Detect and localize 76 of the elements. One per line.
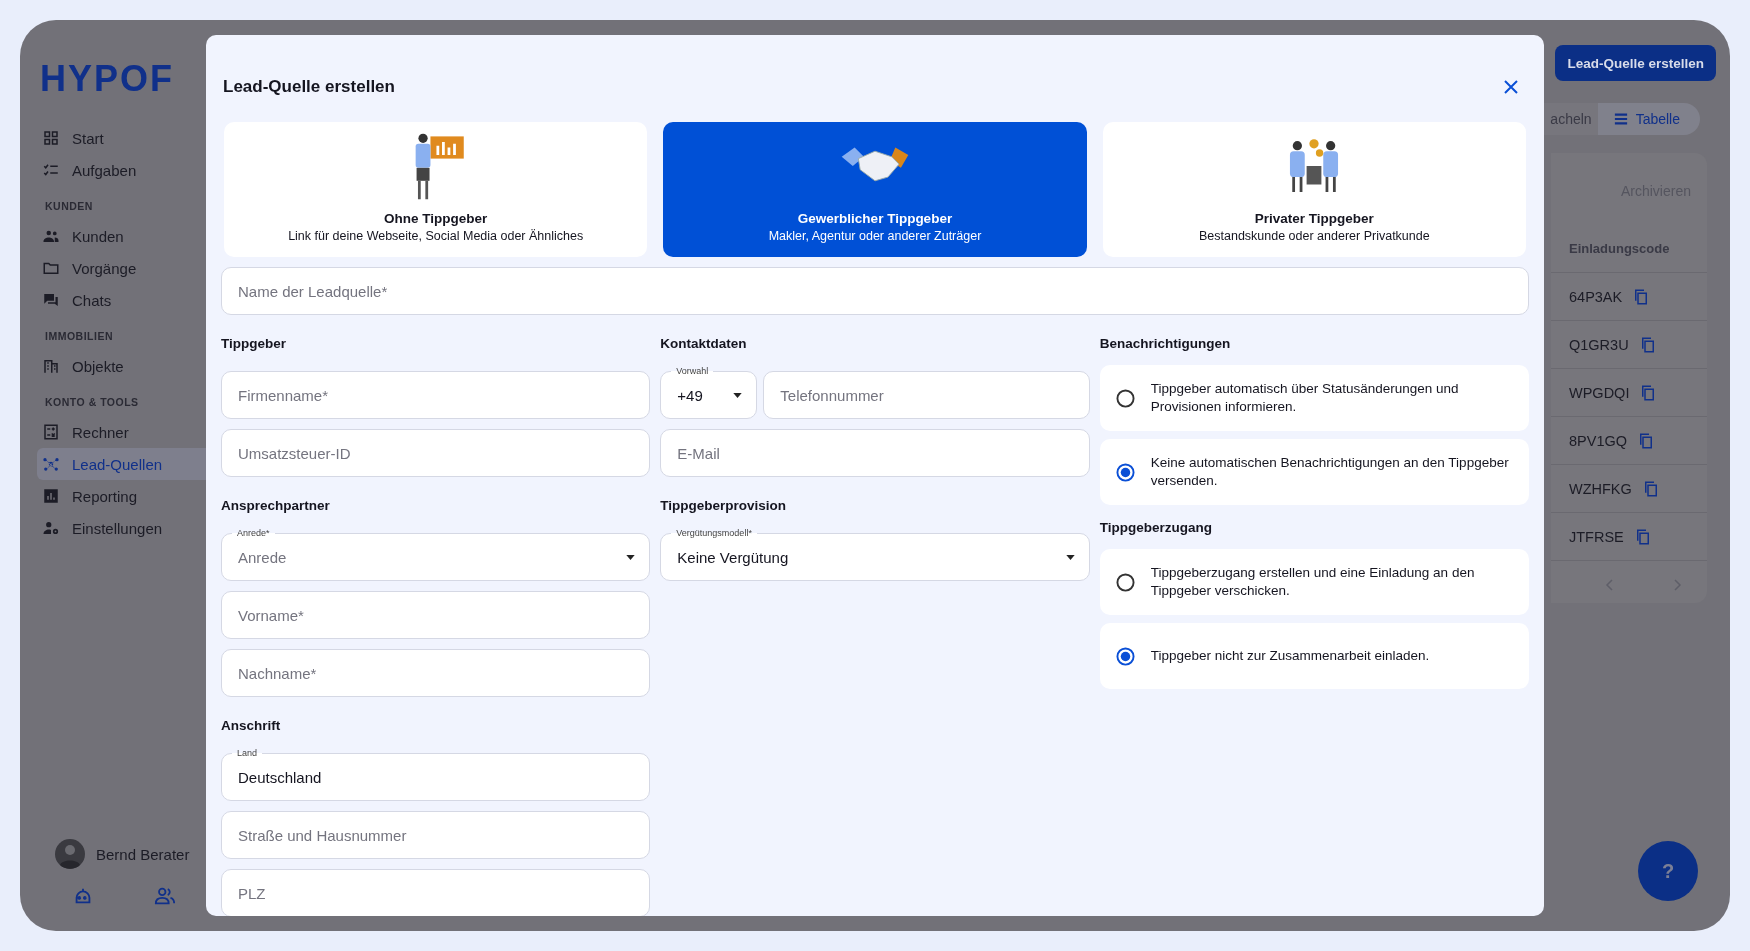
radio-button[interactable]: [1115, 572, 1135, 592]
input-field[interactable]: Telefonnummer: [763, 371, 1090, 419]
input-field[interactable]: Name der Leadquelle*: [221, 267, 1529, 315]
input-field[interactable]: Vorname*: [221, 591, 651, 639]
type-description: Bestandskunde oder anderer Privatkunde: [1198, 229, 1430, 243]
help-button[interactable]: ?: [1638, 841, 1698, 901]
nav-section-heading: KONTO & TOOLS: [45, 396, 140, 408]
nav-section-heading: KUNDEN: [45, 200, 94, 212]
nav-item[interactable]: Vorgänge: [37, 252, 206, 284]
section-heading: Kontaktdaten: [660, 335, 748, 353]
nav-item[interactable]: Rechner: [37, 416, 206, 448]
section-heading: Anschrift: [221, 717, 282, 735]
caret-icon: [733, 392, 743, 398]
nav-icon: [42, 519, 60, 537]
section-heading: Benachrichtigungen: [1099, 335, 1232, 353]
nav-item[interactable]: Reporting: [37, 480, 206, 512]
avatar-icon[interactable]: [55, 839, 85, 869]
section-heading: Ansprechpartner: [221, 497, 331, 515]
previous-page-icon[interactable]: [1604, 579, 1616, 591]
nav-icon: [42, 291, 60, 309]
create-button[interactable]: Lead-Quelle erstellen: [1555, 45, 1716, 81]
user-name: Bernd Berater: [96, 845, 190, 863]
radio-option[interactable]: Tippgeberzugang erstellen und eine Einladung an den Tippgeber verschicken.: [1099, 549, 1529, 615]
nav-item[interactable]: Start: [37, 122, 206, 154]
input-field[interactable]: Firmenname*: [221, 371, 651, 419]
type-title: Gewerblicher Tippgeber: [797, 211, 953, 226]
caret-icon: [1065, 554, 1075, 560]
radio-button[interactable]: [1115, 462, 1135, 482]
view-tab[interactable]: acheln: [1544, 103, 1598, 135]
input-field[interactable]: Umsatzsteuer-ID: [221, 429, 651, 477]
radio-option[interactable]: Tippgeber nicht zur Zusammenarbeit einladen.: [1099, 623, 1529, 689]
radio-option[interactable]: Tippgeber automatisch über Statusänderungen und Provisionen informieren.: [1099, 365, 1529, 431]
input-field[interactable]: Straße und Hausnummer: [221, 811, 651, 859]
table-cell: JTFRSE: [1569, 528, 1624, 545]
radio-button[interactable]: [1115, 646, 1135, 666]
type-description: Link für deine Webseite, Social Media oder Ähnliches: [288, 229, 584, 243]
table-cell: Q1GR3U: [1569, 336, 1629, 353]
table-cell: 8PV1GQ: [1569, 432, 1628, 449]
nav-icon: [42, 129, 60, 147]
nav-icon: [42, 487, 60, 505]
nav-item[interactable]: Einstellungen: [37, 512, 206, 544]
table-cell: WPGDQI: [1569, 384, 1630, 401]
input-field[interactable]: E-Mail: [660, 429, 1090, 477]
nav-icon: [42, 357, 60, 375]
logo: HYPOF: [40, 58, 175, 100]
type-card[interactable]: Ohne Tippgeber Link für deine Webseite, Social Media oder Ähnliches: [224, 122, 648, 257]
radio-button[interactable]: [1115, 388, 1135, 408]
nav-section-heading: IMMOBILIEN: [45, 330, 114, 342]
type-title: Ohne Tippgeber: [384, 211, 488, 226]
type-card[interactable]: Privater Tippgeber Bestandskunde oder anderer Privatkunde: [1102, 122, 1526, 257]
caret-icon: [626, 554, 636, 560]
nav-item[interactable]: Objekte: [37, 350, 206, 382]
next-page-icon[interactable]: [1671, 579, 1683, 591]
nav-item[interactable]: Kunden: [37, 220, 206, 252]
input-field[interactable]: PLZ: [221, 869, 651, 916]
dialog-title: Lead-Quelle erstellen: [223, 76, 395, 97]
type-description: Makler, Agentur oder anderer Zuträger: [768, 229, 982, 243]
table-cell: WZHFKG: [1569, 480, 1632, 497]
input-field[interactable]: Nachname*: [221, 649, 651, 697]
section-heading: Tippgeberprovision: [660, 497, 788, 515]
view-tab[interactable]: Tabelle: [1597, 103, 1700, 135]
column-header: Einladungscode: [1551, 205, 1707, 273]
nav-icon: [42, 455, 60, 473]
type-card[interactable]: Gewerblicher Tippgeber Makler, Agentur oder anderer Zuträger: [663, 122, 1087, 257]
nav-item[interactable]: Chats: [37, 284, 206, 316]
list-icon: [1613, 112, 1628, 126]
type-title: Privater Tippgeber: [1254, 211, 1374, 226]
radio-option[interactable]: Keine automatischen Benachrichtigungen an den Tippgeber versenden.: [1099, 439, 1529, 505]
section-heading: Tippgeber: [221, 335, 287, 353]
nav-icon: [42, 423, 60, 441]
close-icon[interactable]: [1503, 78, 1519, 95]
table-cell: 64P3AK: [1569, 288, 1623, 305]
nav-item[interactable]: Aufgaben: [37, 154, 206, 186]
section-heading: Tippgeberzugang: [1099, 519, 1213, 537]
users-icon[interactable]: [154, 885, 176, 907]
nav-item[interactable]: Lead-Quellen: [37, 448, 206, 480]
